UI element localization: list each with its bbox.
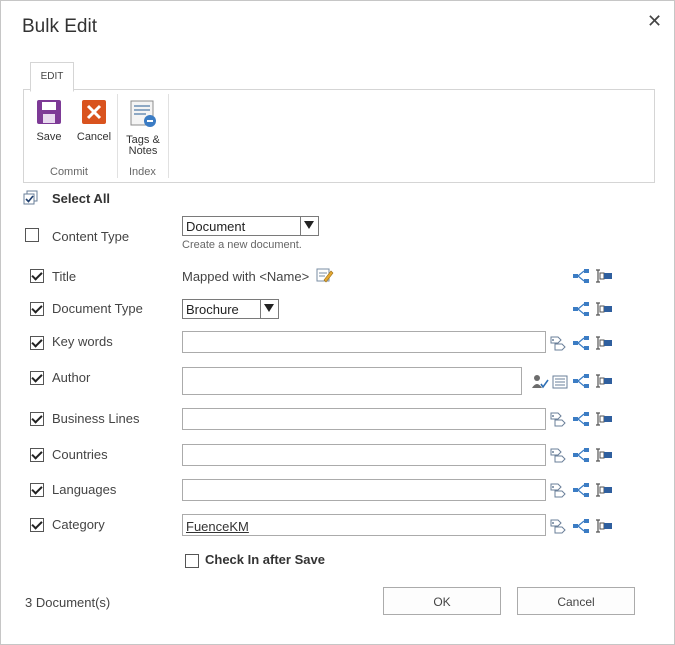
- doc-type-select[interactable]: Brochure: [182, 299, 279, 319]
- taxonomy-tag-icon[interactable]: [549, 335, 567, 351]
- content-type-select[interactable]: Document: [182, 216, 319, 236]
- title-mapping-text: Mapped with <Name>: [182, 269, 310, 284]
- doc-type-value: Brochure: [186, 302, 239, 317]
- hierarchy-icon[interactable]: [572, 301, 590, 317]
- countries-label: Countries: [52, 447, 108, 462]
- check-names-icon[interactable]: [531, 374, 549, 390]
- tags-label-line2: Notes: [128, 145, 158, 157]
- taxonomy-tag-icon[interactable]: [549, 411, 567, 427]
- business-lines-input[interactable]: [182, 408, 546, 430]
- check-in-label: Check In after Save: [205, 552, 325, 567]
- group-divider: [117, 94, 118, 178]
- field-mapping-icon[interactable]: [595, 373, 613, 389]
- field-mapping-icon[interactable]: [595, 335, 613, 351]
- content-type-label: Content Type: [52, 229, 130, 244]
- chevron-down-icon: [260, 300, 278, 318]
- keywords-label: Key words: [52, 334, 113, 349]
- ok-button[interactable]: OK: [383, 587, 501, 615]
- taxonomy-tag-icon[interactable]: [549, 447, 567, 463]
- edit-mapping-icon[interactable]: [316, 267, 334, 283]
- languages-checkbox[interactable]: [30, 483, 44, 497]
- content-type-hint: Create a new document.: [182, 239, 302, 251]
- field-mapping-icon[interactable]: [595, 268, 613, 284]
- select-all-label[interactable]: Select All: [52, 191, 110, 206]
- ribbon: Save Cancel Commit Tags & Notes Index: [23, 89, 655, 183]
- hierarchy-icon[interactable]: [572, 518, 590, 534]
- group-index-label: Index: [129, 166, 156, 178]
- keywords-checkbox[interactable]: [30, 336, 44, 350]
- document-count: 3 Document(s): [25, 595, 111, 610]
- taxonomy-tag-icon[interactable]: [549, 482, 567, 498]
- group-commit-label: Commit: [50, 166, 88, 178]
- address-book-icon[interactable]: [551, 374, 569, 390]
- field-mapping-icon[interactable]: [595, 301, 613, 317]
- category-input[interactable]: FuenceKM: [182, 514, 546, 536]
- category-checkbox[interactable]: [30, 518, 44, 532]
- hierarchy-icon[interactable]: [572, 268, 590, 284]
- hierarchy-icon[interactable]: [572, 447, 590, 463]
- author-checkbox[interactable]: [30, 371, 44, 385]
- cancel-ribbon-label: Cancel: [76, 131, 112, 143]
- countries-input[interactable]: [182, 444, 546, 466]
- check-in-checkbox[interactable]: [185, 554, 199, 568]
- tab-edit[interactable]: EDIT: [30, 62, 74, 92]
- hierarchy-icon[interactable]: [572, 373, 590, 389]
- cancel-ribbon-button[interactable]: Cancel: [75, 96, 113, 143]
- bulk-edit-dialog: Bulk Edit ✕ EDIT Save Cancel Commit Tags…: [0, 0, 675, 645]
- close-icon[interactable]: ✕: [647, 12, 662, 30]
- tags-notes-icon: [130, 100, 156, 127]
- field-mapping-icon[interactable]: [595, 518, 613, 534]
- hierarchy-icon[interactable]: [572, 335, 590, 351]
- languages-input[interactable]: [182, 479, 546, 501]
- save-icon: [37, 100, 61, 124]
- title-label: Title: [52, 269, 77, 284]
- title-checkbox[interactable]: [30, 269, 44, 283]
- tags-notes-button[interactable]: Tags & Notes: [122, 96, 164, 157]
- select-all-icon[interactable]: [23, 190, 39, 206]
- business-lines-label: Business Lines: [52, 411, 140, 426]
- taxonomy-tag-icon[interactable]: [549, 518, 567, 534]
- author-label: Author: [52, 370, 91, 385]
- author-input[interactable]: [182, 367, 522, 395]
- cancel-icon: [82, 100, 106, 124]
- doc-type-checkbox[interactable]: [30, 302, 44, 316]
- content-type-value: Document: [186, 219, 246, 234]
- languages-label: Languages: [52, 482, 117, 497]
- category-term-link[interactable]: FuenceKM: [186, 519, 249, 534]
- cancel-button[interactable]: Cancel: [517, 587, 635, 615]
- countries-checkbox[interactable]: [30, 448, 44, 462]
- doc-type-label: Document Type: [52, 301, 143, 316]
- hierarchy-icon[interactable]: [572, 411, 590, 427]
- category-label: Category: [52, 517, 105, 532]
- content-type-checkbox[interactable]: [25, 228, 39, 242]
- dialog-title: Bulk Edit: [22, 16, 97, 37]
- field-mapping-icon[interactable]: [595, 447, 613, 463]
- hierarchy-icon[interactable]: [572, 482, 590, 498]
- save-button[interactable]: Save: [34, 96, 64, 143]
- save-label: Save: [36, 131, 62, 143]
- group-divider: [168, 94, 169, 178]
- field-mapping-icon[interactable]: [595, 411, 613, 427]
- field-mapping-icon[interactable]: [595, 482, 613, 498]
- business-lines-checkbox[interactable]: [30, 412, 44, 426]
- chevron-down-icon: [300, 217, 318, 235]
- keywords-input[interactable]: [182, 331, 546, 353]
